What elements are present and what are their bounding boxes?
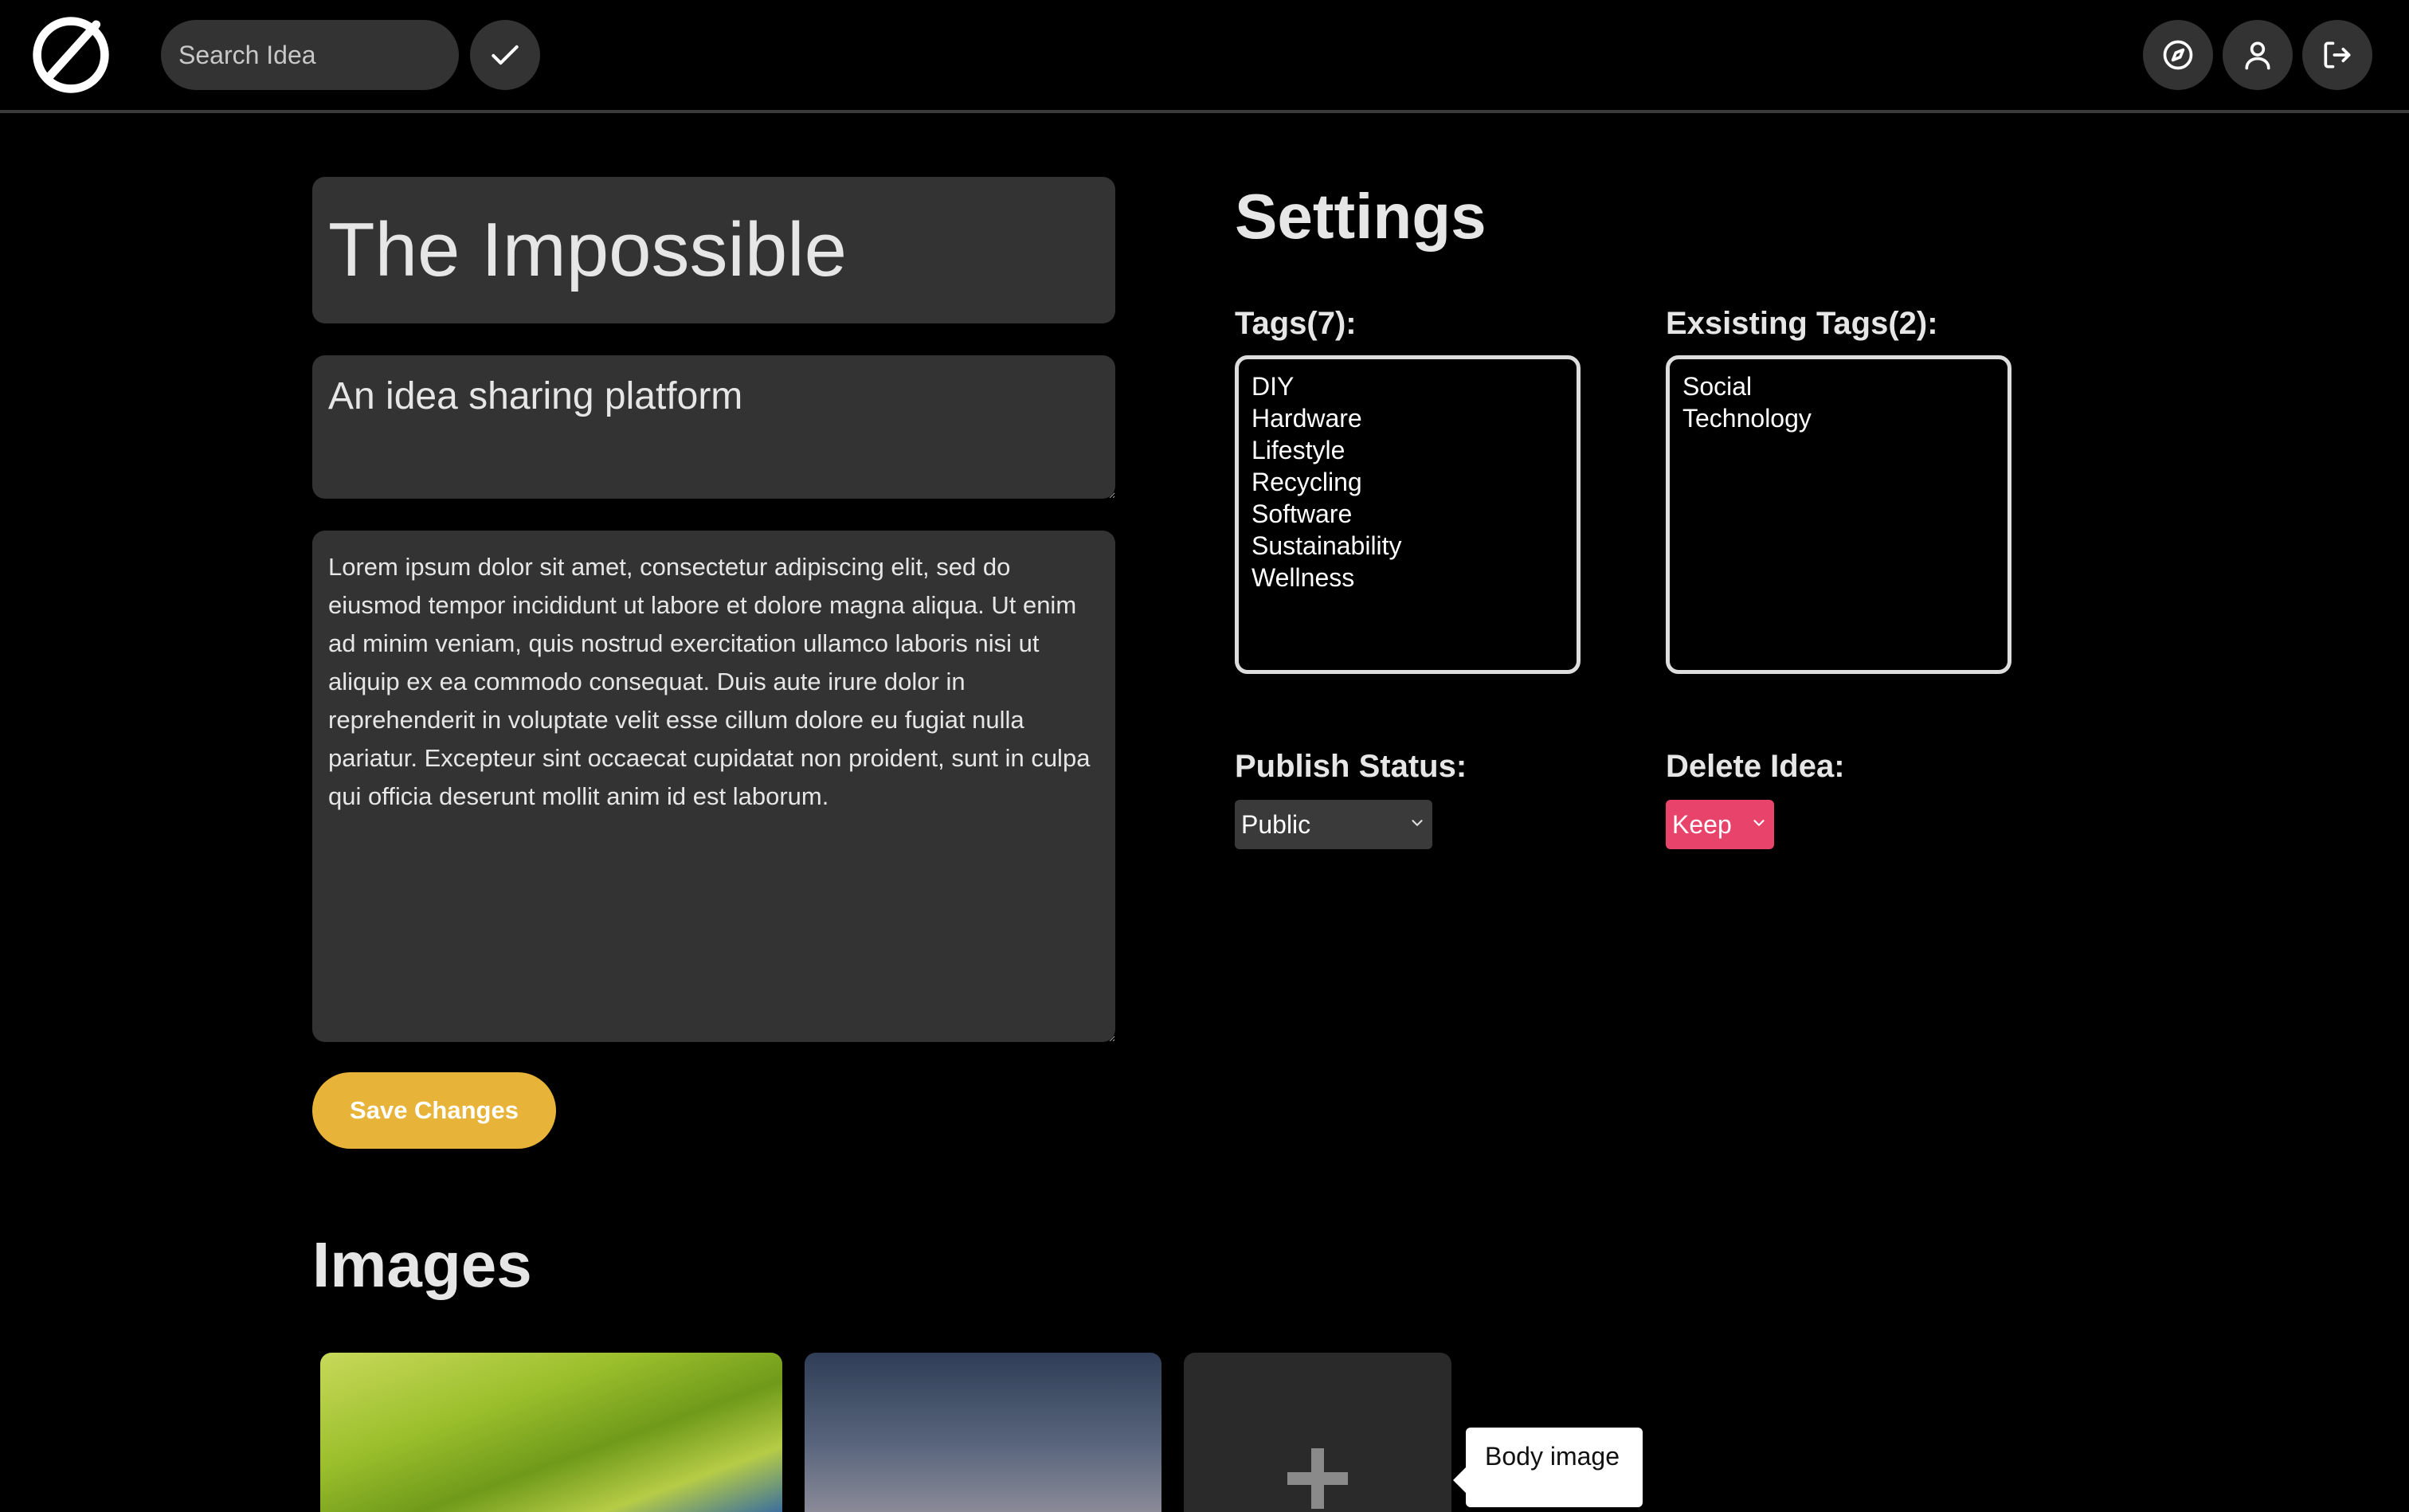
tag-option[interactable]: Recycling (1252, 466, 1564, 498)
existing-tags-listbox[interactable]: Social Technology (1666, 355, 2011, 674)
tag-option[interactable]: Wellness (1252, 562, 1564, 593)
profile-button[interactable] (2223, 20, 2293, 90)
existing-tag-option[interactable]: Social (1682, 370, 1995, 402)
tags-label: Tags(7): (1235, 306, 1357, 341)
delete-idea-value: Keep (1672, 809, 1732, 839)
compass-icon (2163, 40, 2193, 70)
settings-heading: Settings (1235, 181, 1487, 252)
search-confirm-button[interactable] (470, 20, 540, 90)
tag-option[interactable]: Sustainability (1252, 530, 1564, 562)
top-nav-bar (0, 0, 2409, 113)
tags-listbox[interactable]: DIY Hardware Lifestyle Recycling Softwar… (1235, 355, 1581, 674)
add-image-button[interactable] (1184, 1353, 1451, 1512)
plus-icon (1287, 1448, 1348, 1509)
chevron-down-icon (1412, 820, 1423, 826)
tag-option[interactable]: Software (1252, 498, 1564, 530)
body-image-tooltip: Body image (1453, 1428, 1643, 1507)
logout-icon (2324, 41, 2351, 69)
idea-title-input[interactable] (312, 177, 1115, 323)
idea-body-input[interactable]: Lorem ipsum dolor sit amet, consectetur … (312, 531, 1115, 1042)
save-changes-button[interactable]: Save Changes (312, 1072, 556, 1149)
explore-button[interactable] (2143, 20, 2213, 90)
existing-tags-label: Exsisting Tags(2): (1666, 306, 1938, 341)
image-thumbnail-leaves[interactable] (320, 1353, 782, 1512)
delete-idea-label: Delete Idea: (1666, 749, 1845, 784)
user-icon (2245, 41, 2270, 70)
idea-subtitle-input[interactable]: An idea sharing platform (312, 355, 1115, 499)
brand-logo-icon[interactable] (29, 13, 113, 97)
image-thumbnail-sky[interactable] (805, 1353, 1161, 1512)
existing-tag-option[interactable]: Technology (1682, 402, 1995, 434)
logout-button[interactable] (2302, 20, 2372, 90)
images-heading: Images (312, 1229, 532, 1300)
chevron-down-icon (1753, 820, 1765, 826)
tag-option[interactable]: Lifestyle (1252, 434, 1564, 466)
search-input[interactable] (161, 20, 459, 90)
publish-status-select[interactable]: Public (1235, 800, 1432, 849)
tag-option[interactable]: DIY (1252, 370, 1564, 402)
tag-option[interactable]: Hardware (1252, 402, 1564, 434)
publish-status-value: Public (1241, 809, 1311, 839)
check-icon (492, 45, 519, 65)
delete-idea-select[interactable]: Keep (1666, 800, 1774, 849)
publish-status-label: Publish Status: (1235, 749, 1467, 784)
